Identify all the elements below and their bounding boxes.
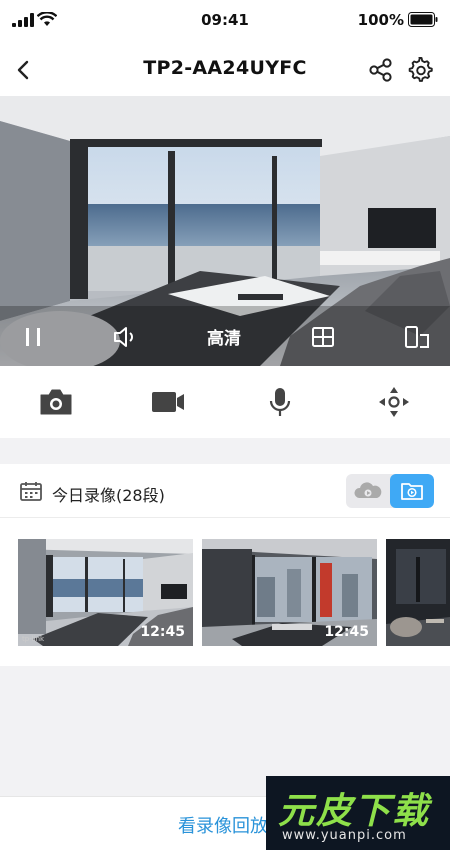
recordings-header: 今日录像(28段) [0, 464, 450, 518]
pause-icon[interactable] [22, 324, 44, 350]
recordings-title: 今日录像(28段) [52, 486, 165, 505]
folder-play-icon [401, 483, 423, 500]
quality-toggle[interactable]: 高清 [207, 324, 241, 350]
fullscreen-rotate-icon[interactable] [403, 324, 431, 350]
cloud-storage-tab[interactable] [346, 474, 390, 508]
multi-view-icon[interactable] [310, 324, 336, 350]
recording-clip[interactable]: tp-link 12:45 [18, 539, 193, 646]
recordings-list: tp-link 12:45 12:45 [0, 518, 450, 666]
calendar-icon [20, 482, 42, 501]
playback-link[interactable]: 看录像回放 [178, 812, 268, 838]
clip-duration: 12:45 [140, 624, 185, 640]
microphone-icon[interactable] [262, 386, 298, 418]
live-video[interactable]: 高清 [0, 96, 450, 366]
clip-thumbnail [386, 539, 450, 646]
clip-watermark: tp-link [22, 635, 45, 643]
clip-duration: 12:45 [324, 624, 369, 640]
camera-icon[interactable] [38, 386, 74, 418]
recording-clip[interactable] [386, 539, 450, 646]
battery-icon [408, 12, 438, 27]
share-icon[interactable] [368, 57, 394, 83]
ptz-direction-icon[interactable] [376, 386, 412, 418]
action-toolbar [0, 366, 450, 438]
watermark-url: www.yuanpi.com [282, 828, 407, 843]
local-storage-tab[interactable] [390, 474, 434, 508]
battery-percentage: 100% [357, 11, 404, 29]
gear-icon[interactable] [408, 57, 434, 83]
video-record-icon[interactable] [150, 386, 186, 418]
watermark-logo-text: 元皮下载 [278, 791, 431, 832]
recording-clip[interactable]: 12:45 [202, 539, 377, 646]
volume-icon[interactable] [112, 324, 140, 350]
site-watermark: 元皮下载 www.yuanpi.com [266, 776, 450, 850]
video-controls: 高清 [0, 306, 450, 366]
cloud-icon [354, 482, 382, 498]
nav-bar: TP2-AA24UYFC [0, 44, 450, 96]
storage-source-toggle [346, 474, 434, 508]
status-bar: 09:41 100% [0, 0, 450, 44]
